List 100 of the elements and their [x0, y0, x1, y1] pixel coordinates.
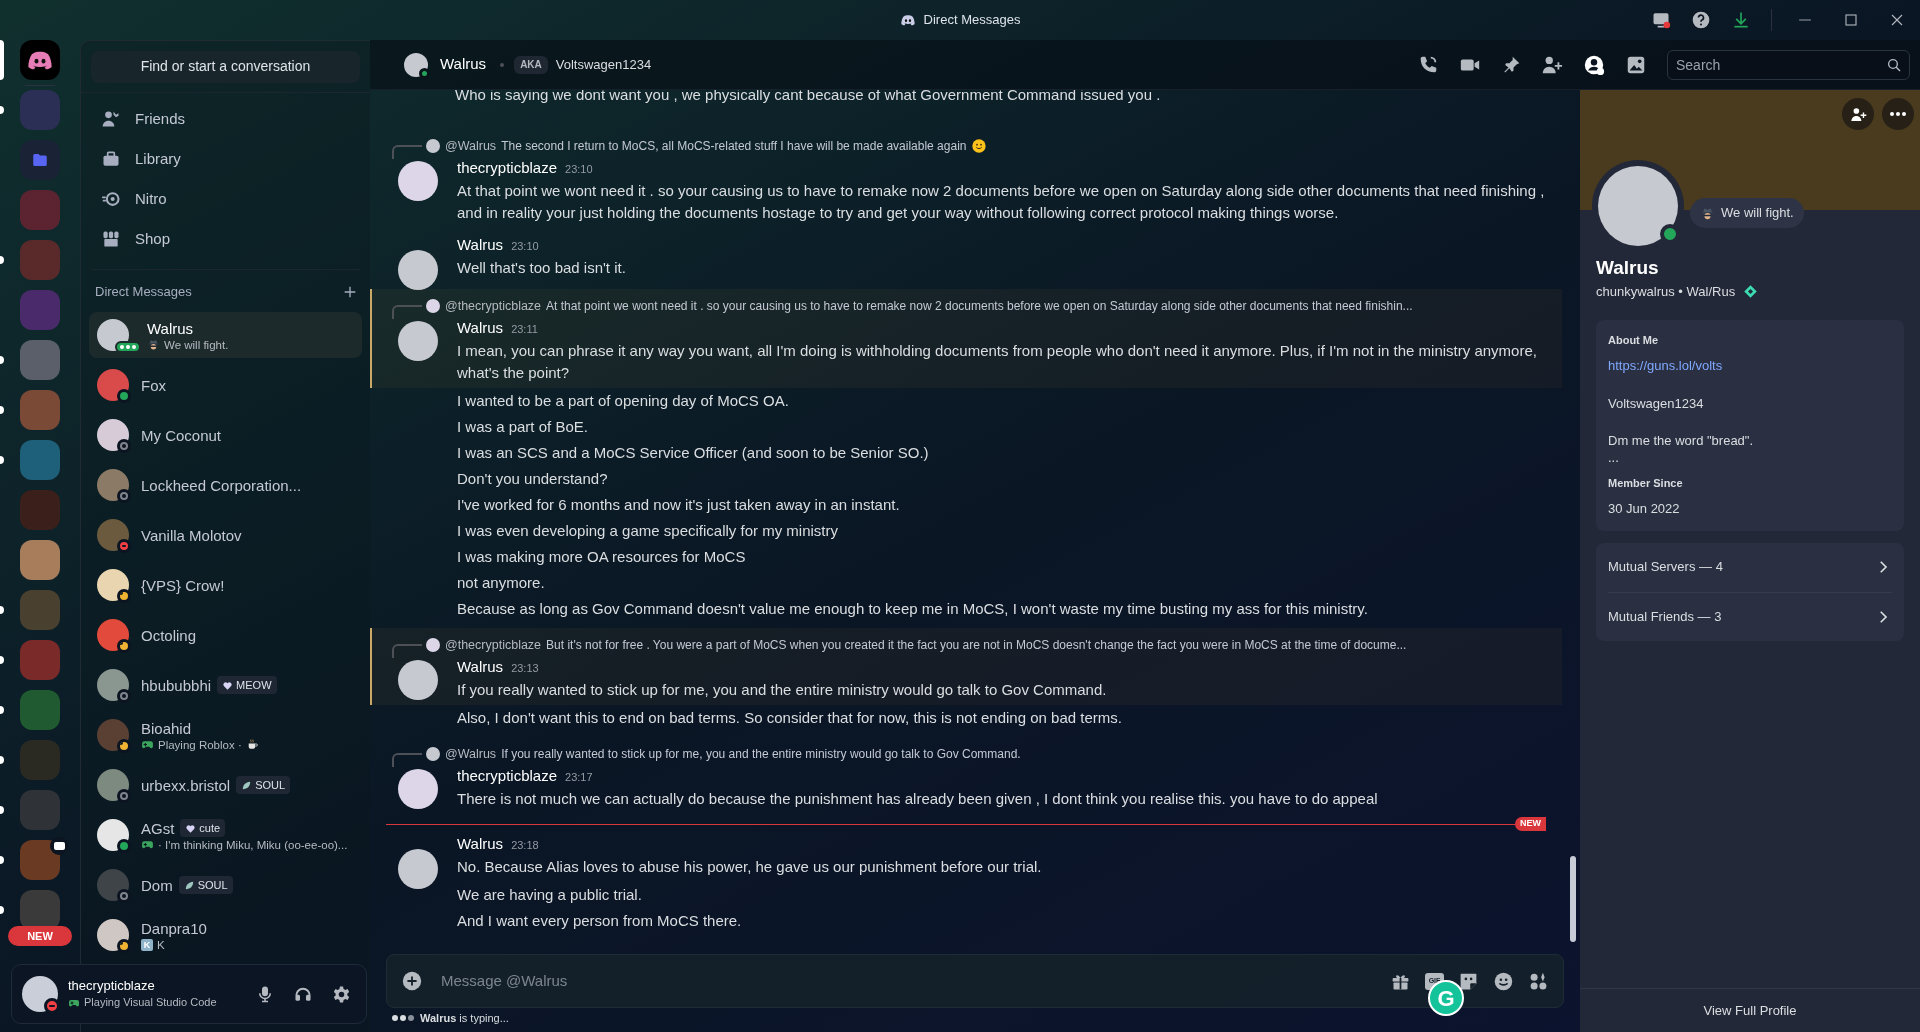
profile-avatar[interactable]	[1598, 166, 1678, 246]
settings-icon[interactable]	[332, 984, 351, 1004]
author-name[interactable]: thecrypticblaze	[457, 765, 558, 787]
home-button[interactable]	[20, 40, 60, 80]
dm-item[interactable]: hbububbhi MEOW	[89, 660, 362, 710]
section-heading: About Me	[1608, 332, 1660, 348]
message-text: And I want every person from MoCS there.	[457, 911, 743, 931]
avatar[interactable]	[398, 769, 438, 809]
avatar[interactable]	[398, 161, 438, 201]
username: AGst	[141, 818, 175, 838]
emoji-icon[interactable]	[1493, 970, 1514, 992]
avatar	[426, 139, 440, 153]
reply-mention[interactable]: @Walrus	[445, 744, 497, 764]
status-bubble: We will fight.	[1690, 198, 1804, 228]
avatar[interactable]	[398, 849, 438, 889]
timestamp: 23:18	[511, 838, 539, 853]
dm-item[interactable]: {VPS} Crow!	[89, 560, 362, 610]
message-input[interactable]: Message @Walrus	[441, 969, 1376, 993]
person-circle-icon[interactable]	[1583, 53, 1605, 76]
dm-item[interactable]: My Coconut	[89, 410, 362, 460]
avatar	[97, 919, 129, 951]
channel-title: Walrus	[440, 54, 487, 75]
typing-status: Walrus is typing...	[420, 1010, 509, 1026]
activity-text: Playing Roblox ·	[158, 737, 242, 752]
avatar	[97, 369, 129, 401]
gamepad-icon	[141, 838, 154, 851]
username: urbexx.bristol	[141, 775, 231, 795]
new-badge[interactable]: NEW	[8, 926, 72, 946]
timestamp: 23:13	[511, 661, 539, 676]
nav-item[interactable]: Shop	[89, 219, 362, 259]
nav-item[interactable]: Nitro	[89, 179, 362, 219]
dm-item[interactable]: Octoling	[89, 610, 362, 660]
reply-text[interactable]: The second I return to MoCS, all MoCS-related stuff I have will be made available again	[501, 137, 967, 155]
avatar	[404, 52, 428, 77]
message-text: There is not much we can actually do because the punishment has already been given , I dont think you realise this. you have to do appeal	[457, 789, 1379, 809]
toolbox-icon	[101, 149, 121, 169]
reply-text[interactable]: If you really wanted to stick up for me, you and the entire ministry would go talk to Gov Command.	[501, 745, 1021, 763]
avatar	[97, 569, 129, 601]
microphone-icon[interactable]	[256, 985, 274, 1003]
section-heading: Direct Messages	[95, 283, 192, 302]
author-name[interactable]: Walrus	[457, 234, 504, 256]
dm-item[interactable]: urbexx.bristol SOUL	[89, 760, 362, 810]
dm-item[interactable]: AGst cute · I'm thinking Miku, Miku (oo-ee-oo)...	[89, 810, 362, 860]
add-friend-button[interactable]	[1842, 98, 1874, 130]
dm-item[interactable]: Bioahid Playing Roblox ·	[89, 710, 362, 760]
avatar[interactable]	[398, 250, 438, 290]
reply-text[interactable]: At that point we wont need it . so your causing us to have to remake now 2 documents before we open on Saturday along side other documents that need finishin...	[546, 297, 1413, 315]
server-icon[interactable]	[20, 840, 60, 880]
author-name[interactable]: Walrus	[457, 833, 504, 855]
profile-link[interactable]: https://guns.lol/volts	[1608, 356, 1892, 376]
message-text: I've worked for 6 months and now it's just taken away in an instant.	[457, 495, 901, 515]
avatar[interactable]	[398, 660, 438, 700]
dm-item[interactable]: Danpra10 K K	[89, 910, 362, 960]
reply-mention[interactable]: @thecrypticblaze	[445, 635, 542, 655]
alias-text: Voltswagen1234	[555, 55, 652, 74]
author-name[interactable]: Walrus	[457, 317, 504, 339]
activity-text: Playing Visual Studio Code	[84, 995, 217, 1011]
server-folder[interactable]	[20, 140, 60, 180]
more-button[interactable]	[1882, 98, 1914, 130]
nitro-icon	[101, 189, 121, 209]
mutuals-row[interactable]: Mutual Friends — 3	[1608, 591, 1892, 641]
nav-item[interactable]: Library	[89, 139, 362, 179]
view-profile-link[interactable]: View Full Profile	[1703, 1000, 1797, 1021]
mutuals-row[interactable]: Mutual Servers — 4	[1608, 542, 1892, 592]
avatar	[97, 419, 129, 451]
reply-mention[interactable]: @thecrypticblaze	[445, 296, 542, 316]
add-icon[interactable]	[401, 970, 423, 992]
activity-text: · I'm thinking Miku, Miku (oo-ee-oo)...	[158, 837, 348, 852]
search-field[interactable]: Search	[1667, 49, 1910, 80]
search-conversation-button[interactable]: Find or start a conversation	[91, 50, 360, 83]
download-icon[interactable]	[1731, 10, 1751, 30]
dm-item[interactable]: Fox	[89, 360, 362, 410]
avatar[interactable]	[398, 321, 438, 361]
avatar[interactable]	[22, 976, 58, 1012]
screen-icon[interactable]	[1651, 10, 1671, 30]
dm-item[interactable]: Vanilla Molotov	[89, 510, 362, 560]
help-icon[interactable]	[1691, 10, 1711, 30]
plus-icon[interactable]	[342, 284, 358, 300]
headphones-icon[interactable]	[294, 985, 312, 1003]
author-name[interactable]: thecrypticblaze	[457, 157, 558, 179]
username: Dom	[141, 875, 173, 895]
detective-icon	[147, 338, 160, 351]
dm-item[interactable]: Walrus We will fight.	[89, 312, 362, 358]
reply-mention[interactable]: @Walrus	[445, 136, 497, 156]
dm-item[interactable]: Dom SOUL	[89, 860, 362, 910]
pin-icon[interactable]	[1501, 54, 1521, 75]
activity-text: We will fight.	[164, 337, 229, 352]
typing-dots-icon	[392, 1015, 414, 1021]
message-text: At that point we wont need it . so your causing us to have to remake now 2 documents before we open on Saturday along side other documents that need finishing , and in reality your just holding the documents hostage to try and get your way without following correct protocol making things worse.	[457, 181, 1546, 223]
app-logo-icon	[899, 12, 916, 28]
timestamp: 23:10	[511, 239, 539, 254]
author-name[interactable]: Walrus	[457, 656, 504, 678]
message-text: I was a part of BoE.	[457, 417, 589, 437]
reply-connector	[392, 305, 422, 319]
aka-badge: AKA	[514, 55, 548, 74]
reply-text[interactable]: But it's not for free . You were a part of MoCS when you created it the fact you are not in MoCS doesn't change the fact you were in MoCS at the time of docume...	[546, 636, 1407, 654]
user-tag: cute	[180, 819, 226, 837]
dm-item[interactable]: Lockheed Corporation...	[89, 460, 362, 510]
storefront-icon	[101, 229, 121, 249]
nav-item[interactable]: Friends	[89, 99, 362, 139]
